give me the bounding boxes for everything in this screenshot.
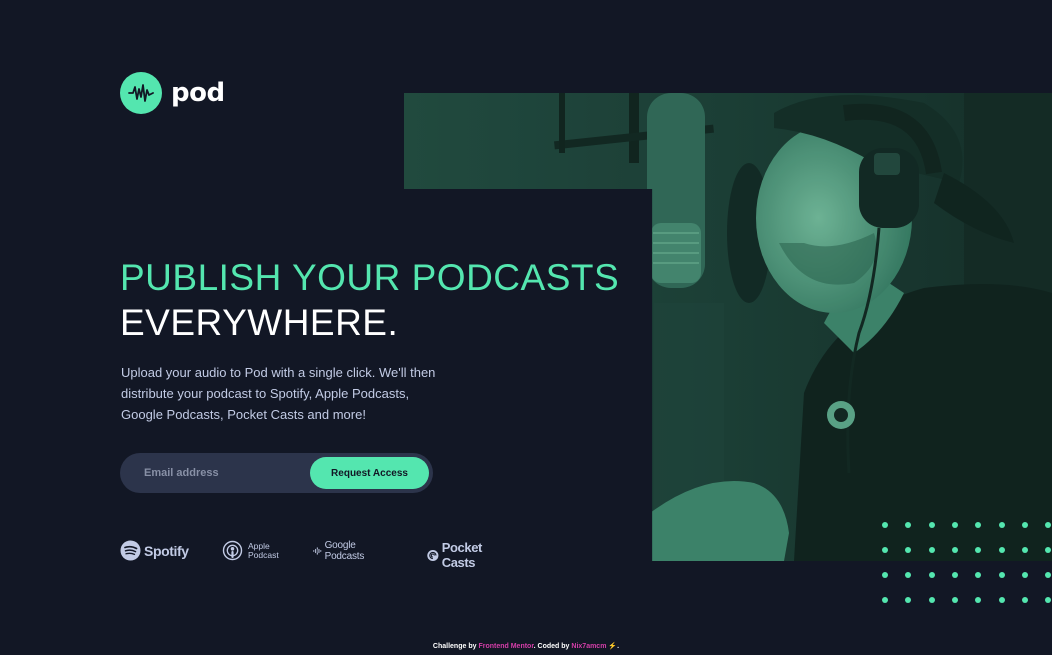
dot bbox=[1021, 572, 1028, 578]
platform-spotify-label: Spotify bbox=[144, 542, 189, 559]
title-line-1: PUBLISH YOUR PODCASTS bbox=[120, 257, 620, 298]
dot bbox=[975, 522, 982, 528]
dot bbox=[951, 572, 958, 578]
dot bbox=[998, 522, 1005, 528]
frontend-mentor-link[interactable]: Frontend Mentor bbox=[478, 643, 533, 650]
attribution-suffix: . bbox=[617, 643, 620, 650]
dot bbox=[998, 597, 1005, 603]
author-link[interactable]: Nix7amcm bbox=[571, 643, 606, 650]
dot bbox=[882, 572, 888, 578]
dot bbox=[928, 547, 935, 553]
dot bbox=[1045, 522, 1052, 528]
platform-spotify: Spotify bbox=[120, 540, 189, 561]
dot bbox=[882, 522, 888, 528]
page-title: PUBLISH YOUR PODCASTS EVERYWHERE. bbox=[120, 255, 619, 345]
google-podcasts-icon bbox=[313, 547, 322, 555]
brand-name: pod bbox=[171, 78, 225, 108]
title-line-2: EVERYWHERE. bbox=[120, 302, 399, 343]
brand-logo[interactable]: pod bbox=[120, 72, 225, 114]
dot bbox=[951, 522, 958, 528]
email-input[interactable] bbox=[144, 453, 314, 493]
dot bbox=[928, 572, 935, 578]
apple-podcast-icon bbox=[222, 540, 243, 561]
dot bbox=[882, 547, 888, 553]
waveform-icon bbox=[120, 72, 162, 114]
dot bbox=[975, 547, 982, 553]
dot bbox=[975, 572, 982, 578]
dot bbox=[1045, 572, 1052, 578]
dot bbox=[1021, 597, 1028, 603]
dot bbox=[1021, 522, 1028, 528]
dot bbox=[998, 547, 1005, 553]
platform-google-label: Google Podcasts bbox=[324, 540, 365, 562]
spotify-icon bbox=[120, 540, 141, 561]
dot bbox=[1045, 547, 1052, 553]
dot bbox=[1045, 597, 1052, 603]
attribution-middle: . Coded by bbox=[533, 643, 570, 650]
pocket-casts-icon bbox=[427, 549, 439, 561]
dot-pattern bbox=[882, 522, 1052, 603]
dot bbox=[905, 597, 912, 603]
dot bbox=[951, 597, 958, 603]
dot bbox=[905, 522, 912, 528]
platform-pocket-label: Pocket Casts bbox=[441, 540, 483, 570]
dot bbox=[882, 597, 888, 603]
signup-form: Request Access bbox=[120, 453, 433, 493]
dot bbox=[998, 572, 1005, 578]
bolt-icon: ⚡ bbox=[608, 643, 618, 650]
dot bbox=[928, 522, 935, 528]
dot bbox=[928, 597, 935, 603]
dot bbox=[905, 572, 912, 578]
attribution-prefix: Challenge by bbox=[432, 643, 477, 650]
platform-pocket-casts: Pocket Casts bbox=[427, 540, 489, 570]
attribution: Challenge by Frontend Mentor. Coded by N… bbox=[0, 642, 1052, 650]
hero-description: Upload your audio to Pod with a single c… bbox=[121, 365, 436, 422]
dot bbox=[975, 597, 982, 603]
request-access-button[interactable]: Request Access bbox=[310, 457, 429, 489]
dot bbox=[951, 547, 958, 553]
platform-apple-line2: Podcast bbox=[248, 549, 279, 560]
dot bbox=[905, 547, 912, 553]
dot bbox=[1021, 547, 1028, 553]
platform-apple-podcast: Apple Podcast bbox=[222, 540, 279, 561]
platform-google-podcasts: Google Podcasts bbox=[313, 540, 370, 562]
